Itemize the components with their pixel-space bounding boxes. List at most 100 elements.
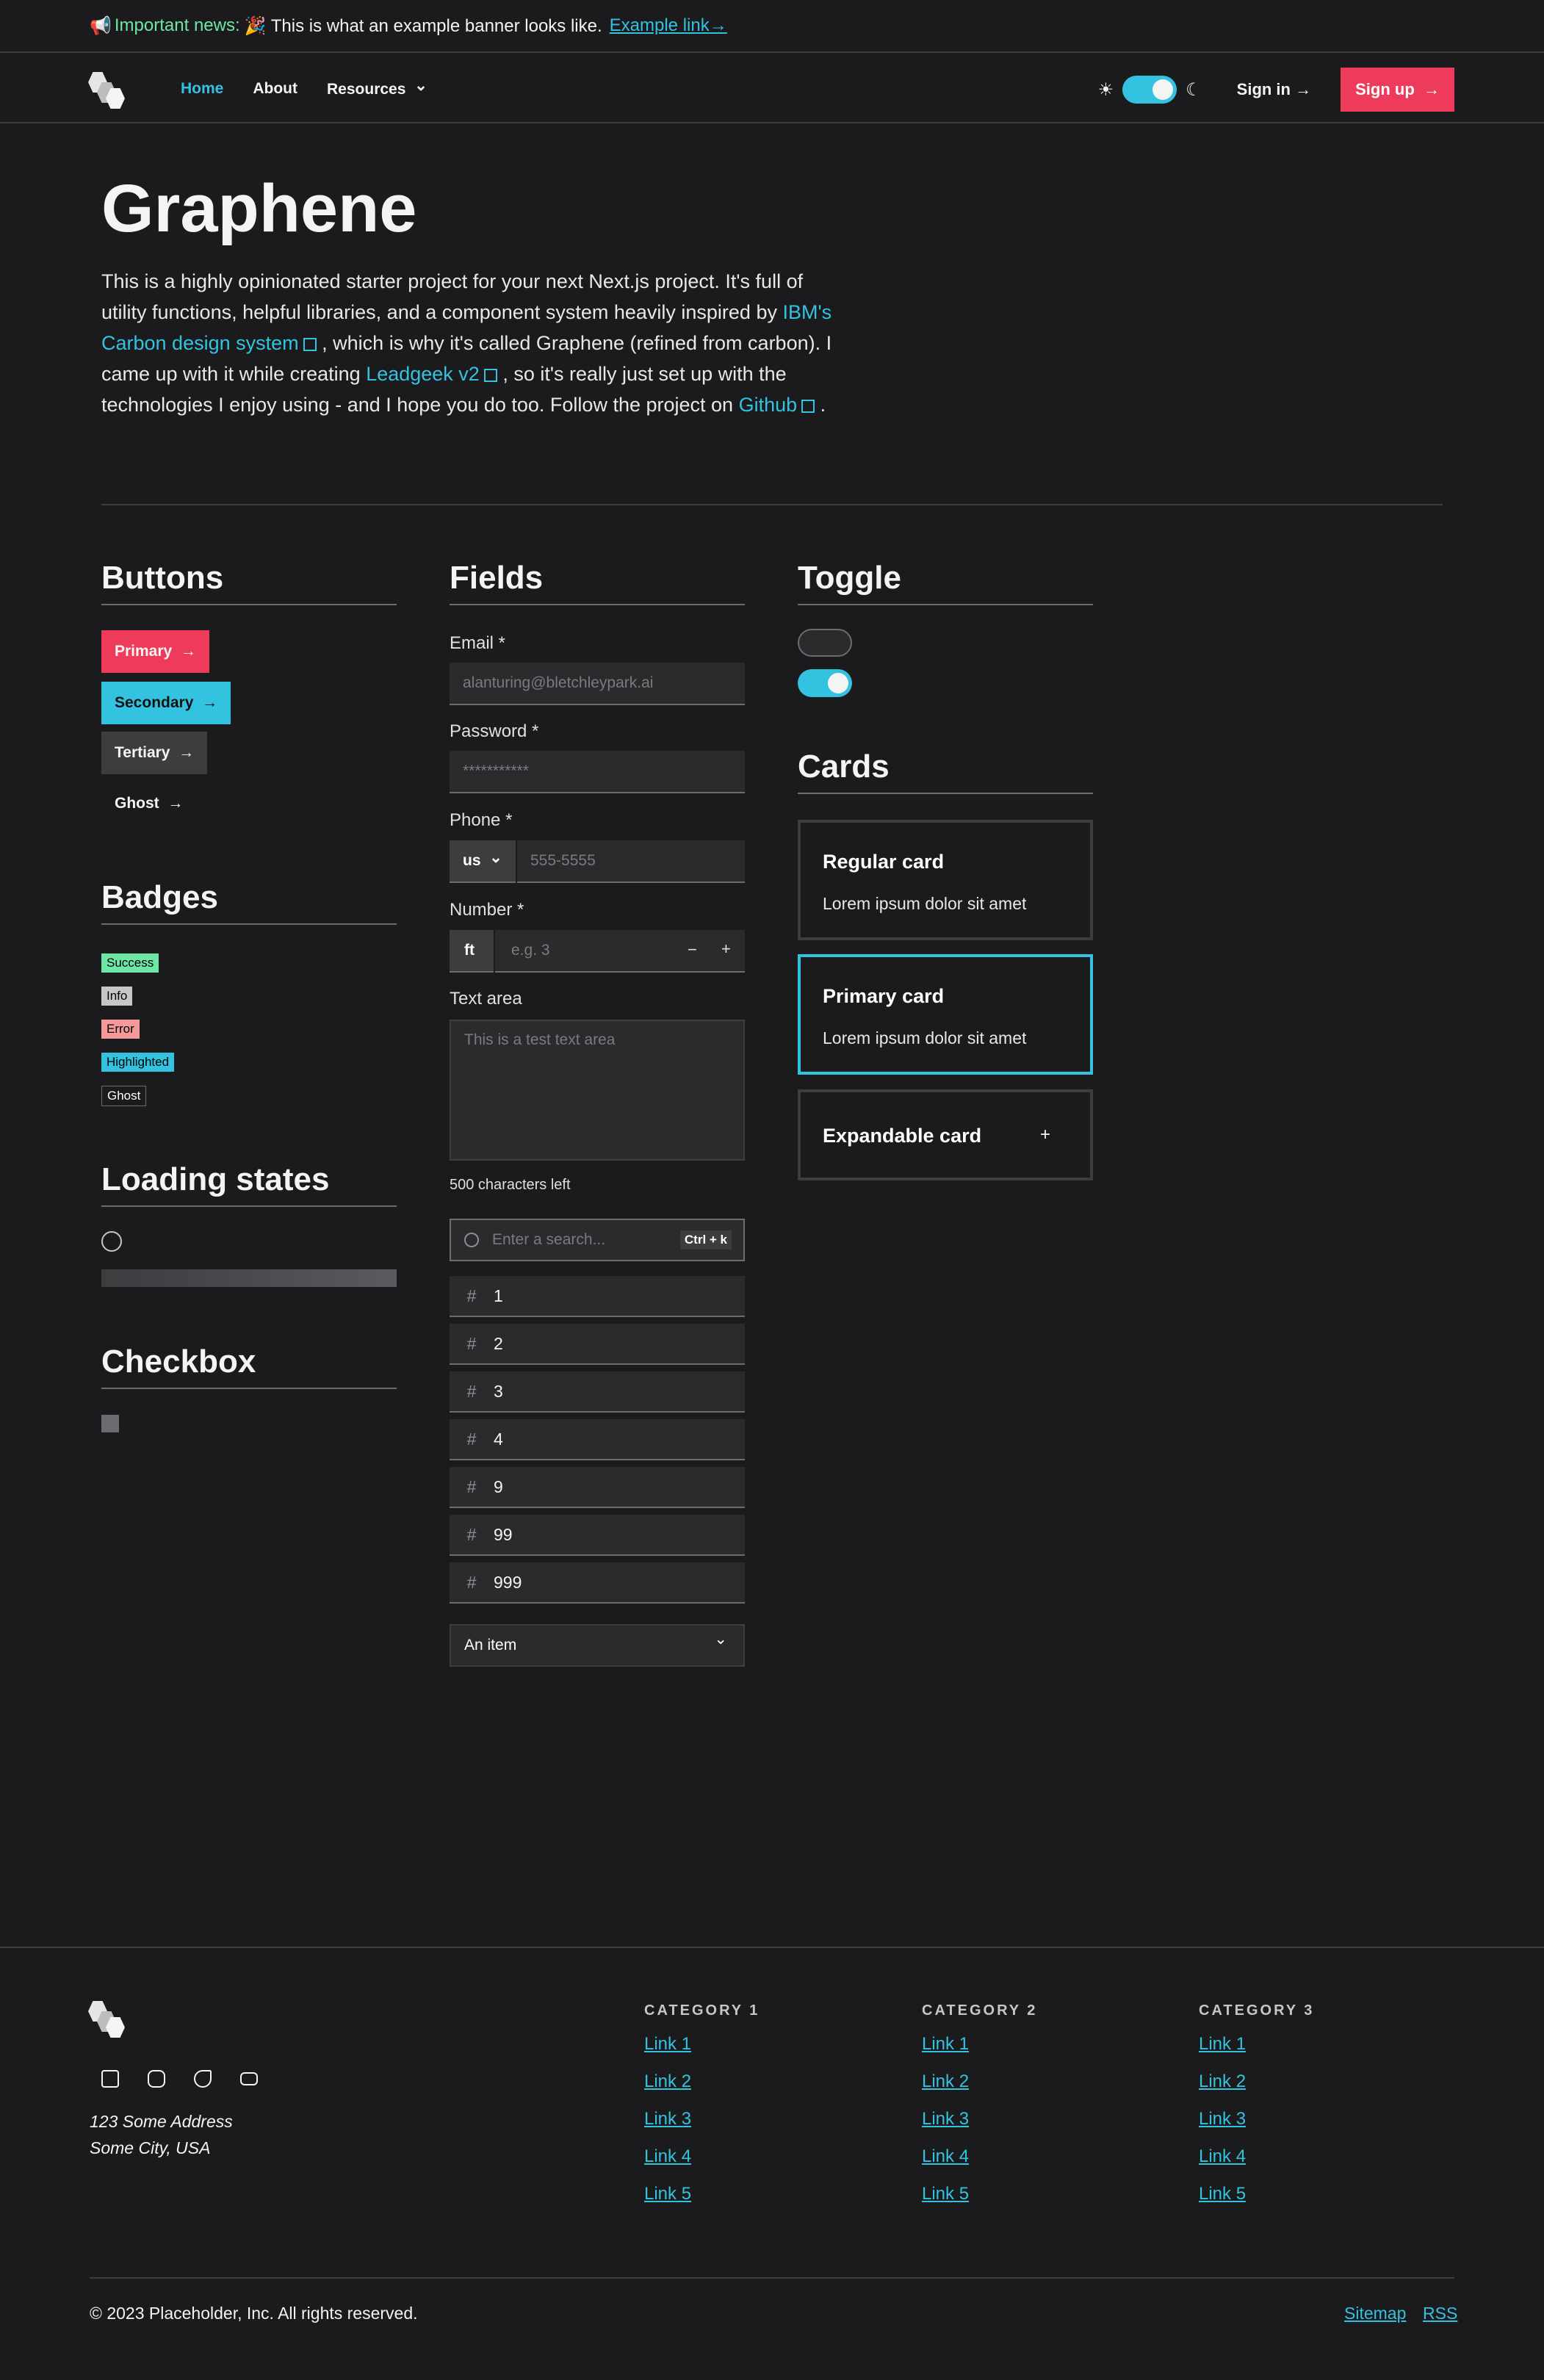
footer-category-title: CATEGORY 3 <box>1199 2002 1315 2019</box>
plus-icon[interactable]: + <box>1040 1125 1050 1145</box>
footer-link[interactable]: Link 2 <box>922 2071 1037 2092</box>
hash-icon: # <box>466 1524 477 1544</box>
nav-link-about[interactable]: About <box>253 80 297 98</box>
footer-link[interactable]: Link 2 <box>1199 2071 1314 2092</box>
announcement-banner: 📢 Important news: 🎉 This is what an exam… <box>0 0 1544 53</box>
footer-link[interactable]: Link 4 <box>922 2146 1037 2167</box>
sign-in-label: Sign in <box>1236 80 1291 98</box>
number-field[interactable]: e.g. 3 <box>495 930 745 973</box>
hero-text-4: . <box>820 394 826 416</box>
text-area[interactable]: This is a test text area <box>450 1020 745 1161</box>
characters-left: 500 characters left <box>450 1177 571 1193</box>
increment-button[interactable]: + <box>721 940 731 959</box>
youtube-icon[interactable] <box>240 2072 258 2085</box>
footer-category-1: CATEGORY 1 Link 1 Link 2 Link 3 Link 4 Link 5 <box>644 2002 760 2221</box>
banner-link[interactable]: Example link→ <box>610 15 727 36</box>
footer-link[interactable]: Link 1 <box>922 2034 1037 2055</box>
twitter-icon[interactable] <box>194 2070 212 2088</box>
rss-link[interactable]: RSS <box>1423 2304 1457 2323</box>
number-list-value: 4 <box>494 1429 503 1449</box>
regular-card-body: Lorem ipsum dolor sit amet <box>823 894 1027 913</box>
toggle-on[interactable] <box>798 669 852 697</box>
nav-link-resources-label: Resources <box>327 80 406 98</box>
number-list-row[interactable]: #1 <box>450 1276 745 1317</box>
search-input[interactable]: Enter a search... Ctrl + k <box>450 1219 745 1261</box>
address-line-1: 123 Some Address <box>90 2112 233 2131</box>
footer-category-3: CATEGORY 3 Link 1 Link 2 Link 3 Link 4 Link 5 <box>1199 2002 1314 2221</box>
hash-icon: # <box>466 1381 477 1401</box>
sign-in-link[interactable]: Sign in → <box>1237 80 1311 99</box>
email-field[interactable]: alanturing@bletchleypark.ai <box>450 663 745 705</box>
arrow-right-icon: → <box>202 694 218 711</box>
cards-heading: Cards <box>798 749 1093 794</box>
tertiary-button[interactable]: Tertiary → <box>101 732 208 774</box>
toggle-off[interactable] <box>798 629 852 657</box>
footer-link[interactable]: Link 2 <box>644 2071 760 2092</box>
badge-ghost: Ghost <box>101 1086 147 1106</box>
secondary-button[interactable]: Secondary → <box>101 682 231 724</box>
instagram-icon[interactable] <box>148 2070 165 2088</box>
search-shortcut: Ctrl + k <box>679 1230 732 1250</box>
arrow-right-icon: → <box>1295 80 1312 98</box>
checkbox-heading: Checkbox <box>101 1344 397 1389</box>
banner-link-label: Example link <box>609 15 710 35</box>
footer-link[interactable]: Link 1 <box>644 2034 760 2055</box>
phone-country-select[interactable]: us ⌄ <box>450 840 516 883</box>
number-list-row[interactable]: #3 <box>450 1371 745 1413</box>
item-select-value: An item <box>464 1637 517 1654</box>
chevron-down-icon: ⌄ <box>489 848 502 866</box>
sign-up-button[interactable]: Sign up → <box>1341 68 1454 112</box>
footer-link[interactable]: Link 5 <box>644 2184 760 2204</box>
number-list-row[interactable]: #2 <box>450 1324 745 1365</box>
footer-category-title: CATEGORY 2 <box>922 2002 1038 2019</box>
leadgeek-link[interactable]: Leadgeek v2 <box>366 363 480 385</box>
footer-link[interactable]: Link 4 <box>644 2146 760 2167</box>
number-list-value: 999 <box>494 1572 522 1592</box>
github-link-label: Github <box>738 394 798 416</box>
primary-card-body: Lorem ipsum dolor sit amet <box>823 1028 1027 1047</box>
nav-right: ☀ ☾ Sign in → Sign up → <box>1098 68 1454 112</box>
theme-toggle[interactable] <box>1122 76 1177 104</box>
logo-icon[interactable] <box>88 72 125 109</box>
phone-field[interactable]: 555-5555 <box>517 840 745 883</box>
number-list-row[interactable]: #999 <box>450 1562 745 1604</box>
number-list-value: 9 <box>494 1476 503 1496</box>
email-placeholder: alanturing@bletchleypark.ai <box>463 674 654 691</box>
section-divider <box>101 504 1443 505</box>
footer-category-title: CATEGORY 1 <box>644 2002 760 2019</box>
number-list-row[interactable]: #9 <box>450 1467 745 1508</box>
primary-button[interactable]: Primary → <box>101 630 209 673</box>
facebook-icon[interactable] <box>101 2070 119 2088</box>
ghost-button[interactable]: Ghost → <box>101 782 196 825</box>
footer-logo-icon[interactable] <box>88 2001 125 2038</box>
primary-card[interactable]: Primary card Lorem ipsum dolor sit amet <box>798 954 1093 1075</box>
github-link[interactable]: Github <box>739 394 798 416</box>
checkbox[interactable] <box>101 1415 119 1432</box>
footer-link[interactable]: Link 3 <box>922 2109 1037 2130</box>
megaphone-icon: 📢 <box>90 15 112 36</box>
password-placeholder: *********** <box>463 762 529 779</box>
hash-icon: # <box>466 1285 477 1305</box>
number-unit-value: ft <box>464 942 475 959</box>
nav-link-home[interactable]: Home <box>181 80 223 98</box>
footer-link[interactable]: Link 4 <box>1199 2146 1314 2167</box>
footer-link[interactable]: Link 3 <box>644 2109 760 2130</box>
external-link-icon <box>303 338 317 351</box>
tertiary-button-label: Tertiary <box>115 744 170 761</box>
item-select[interactable]: An item ⌄ <box>450 1624 745 1667</box>
sitemap-link[interactable]: Sitemap <box>1344 2304 1406 2323</box>
hash-icon: # <box>466 1476 477 1496</box>
number-list-row[interactable]: #4 <box>450 1419 745 1460</box>
external-link-icon <box>483 369 497 382</box>
decrement-button[interactable]: − <box>688 940 697 959</box>
footer-link[interactable]: Link 3 <box>1199 2109 1314 2130</box>
footer-link[interactable]: Link 5 <box>1199 2184 1314 2204</box>
nav-link-resources[interactable]: Resources ⌄ <box>327 77 428 98</box>
leadgeek-link-label: Leadgeek v2 <box>366 363 480 385</box>
password-field[interactable]: *********** <box>450 751 745 793</box>
number-list-row[interactable]: #99 <box>450 1515 745 1556</box>
fields-heading: Fields <box>450 560 745 605</box>
footer-link[interactable]: Link 5 <box>922 2184 1037 2204</box>
expandable-card[interactable]: Expandable card + <box>798 1089 1093 1180</box>
footer-link[interactable]: Link 1 <box>1199 2034 1314 2055</box>
